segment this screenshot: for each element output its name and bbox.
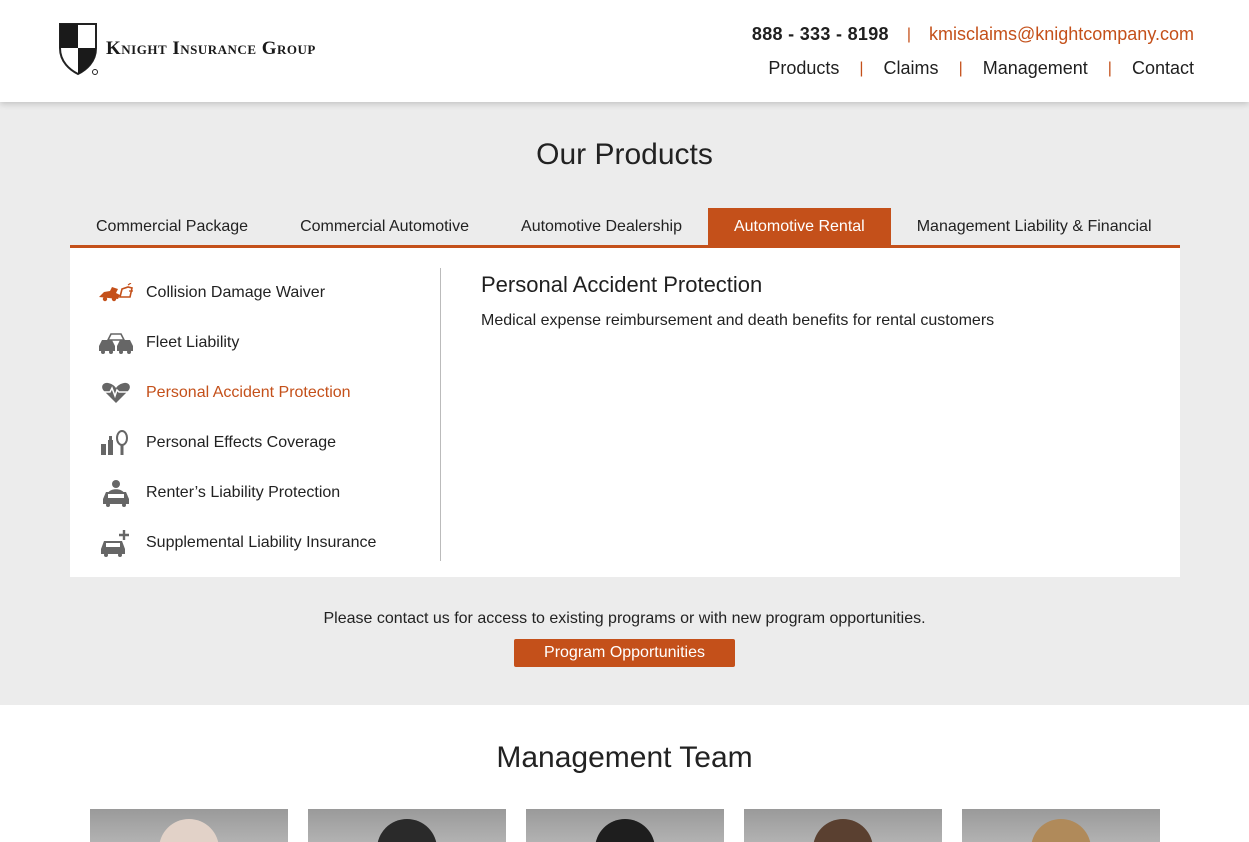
product-item-personal-effects-coverage[interactable]: Personal Effects Coverage <box>98 418 438 468</box>
program-opportunities-button[interactable]: Program Opportunities <box>514 639 735 667</box>
team-member-photo[interactable] <box>90 809 288 842</box>
nav-contact[interactable]: Contact <box>1132 58 1194 79</box>
tab-automotive-dealership[interactable]: Automotive Dealership <box>495 208 708 245</box>
team-member-photo[interactable] <box>308 809 506 842</box>
shield-logo-icon <box>59 23 98 76</box>
tab-commercial-automotive[interactable]: Commercial Automotive <box>274 208 495 245</box>
tab-automotive-rental[interactable]: Automotive Rental <box>707 208 891 245</box>
team-member-photo[interactable] <box>962 809 1160 842</box>
tab-commercial-package[interactable]: Commercial Package <box>70 208 274 245</box>
product-item-label: Fleet Liability <box>146 334 240 351</box>
fleet-cars-icon <box>98 328 138 358</box>
car-crash-icon <box>98 278 138 308</box>
separator: | <box>1107 59 1112 77</box>
separator: | <box>906 25 911 43</box>
nav-products[interactable]: Products <box>768 58 839 79</box>
product-item-label: Personal Effects Coverage <box>146 434 337 451</box>
main-nav: Products | Claims | Management | Contact <box>768 58 1194 79</box>
management-title: Management Team <box>496 741 753 774</box>
nav-claims[interactable]: Claims <box>884 58 939 79</box>
product-list: Collision Damage Waiver Fleet Liability <box>98 268 438 568</box>
team-member-photo[interactable] <box>744 809 942 842</box>
product-detail-description: Medical expense reimbursement and death … <box>481 312 995 329</box>
product-detail: Personal Accident Protection Medical exp… <box>481 272 994 330</box>
nav-management[interactable]: Management <box>983 58 1088 79</box>
product-item-label: Renter’s Liability Protection <box>146 484 341 501</box>
heartbeat-icon <box>98 378 138 408</box>
panel-divider <box>440 268 441 561</box>
product-item-renters-liability-protection[interactable]: Renter’s Liability Protection <box>98 468 438 518</box>
separator: | <box>958 59 963 77</box>
product-item-label: Personal Accident Protection <box>146 384 351 401</box>
management-photos <box>90 809 1160 842</box>
contact-row: 888 - 333 - 8198 | kmisclaims@knightcomp… <box>752 24 1194 45</box>
car-plus-icon <box>98 528 138 558</box>
products-title: Our Products <box>536 138 713 171</box>
site-header: Knight Insurance Group 888 - 333 - 8198 … <box>0 0 1249 102</box>
tab-management-liability-financial[interactable]: Management Liability & Financial <box>891 208 1178 245</box>
management-section: Management Team <box>0 705 1249 842</box>
product-item-label: Supplemental Liability Insurance <box>146 534 377 551</box>
contact-note: Please contact us for access to existing… <box>323 610 926 627</box>
personal-items-icon <box>98 428 138 458</box>
product-item-collision-damage-waiver[interactable]: Collision Damage Waiver <box>98 268 438 318</box>
email-link[interactable]: kmisclaims@knightcompany.com <box>929 24 1194 45</box>
product-item-fleet-liability[interactable]: Fleet Liability <box>98 318 438 368</box>
product-detail-title: Personal Accident Protection <box>481 272 763 297</box>
separator: | <box>859 59 864 77</box>
phone-number[interactable]: 888 - 333 - 8198 <box>752 24 889 45</box>
product-item-supplemental-liability-insurance[interactable]: Supplemental Liability Insurance <box>98 518 438 568</box>
product-item-label: Collision Damage Waiver <box>146 284 326 301</box>
product-item-personal-accident-protection[interactable]: Personal Accident Protection <box>98 368 438 418</box>
car-person-icon <box>98 478 138 508</box>
logo[interactable]: Knight Insurance Group <box>58 22 316 76</box>
product-panel: Collision Damage Waiver Fleet Liability <box>70 248 1180 577</box>
team-member-photo[interactable] <box>526 809 724 842</box>
product-tabs: Commercial Package Commercial Automotive… <box>70 208 1180 248</box>
logo-text: Knight Insurance Group <box>106 38 316 59</box>
